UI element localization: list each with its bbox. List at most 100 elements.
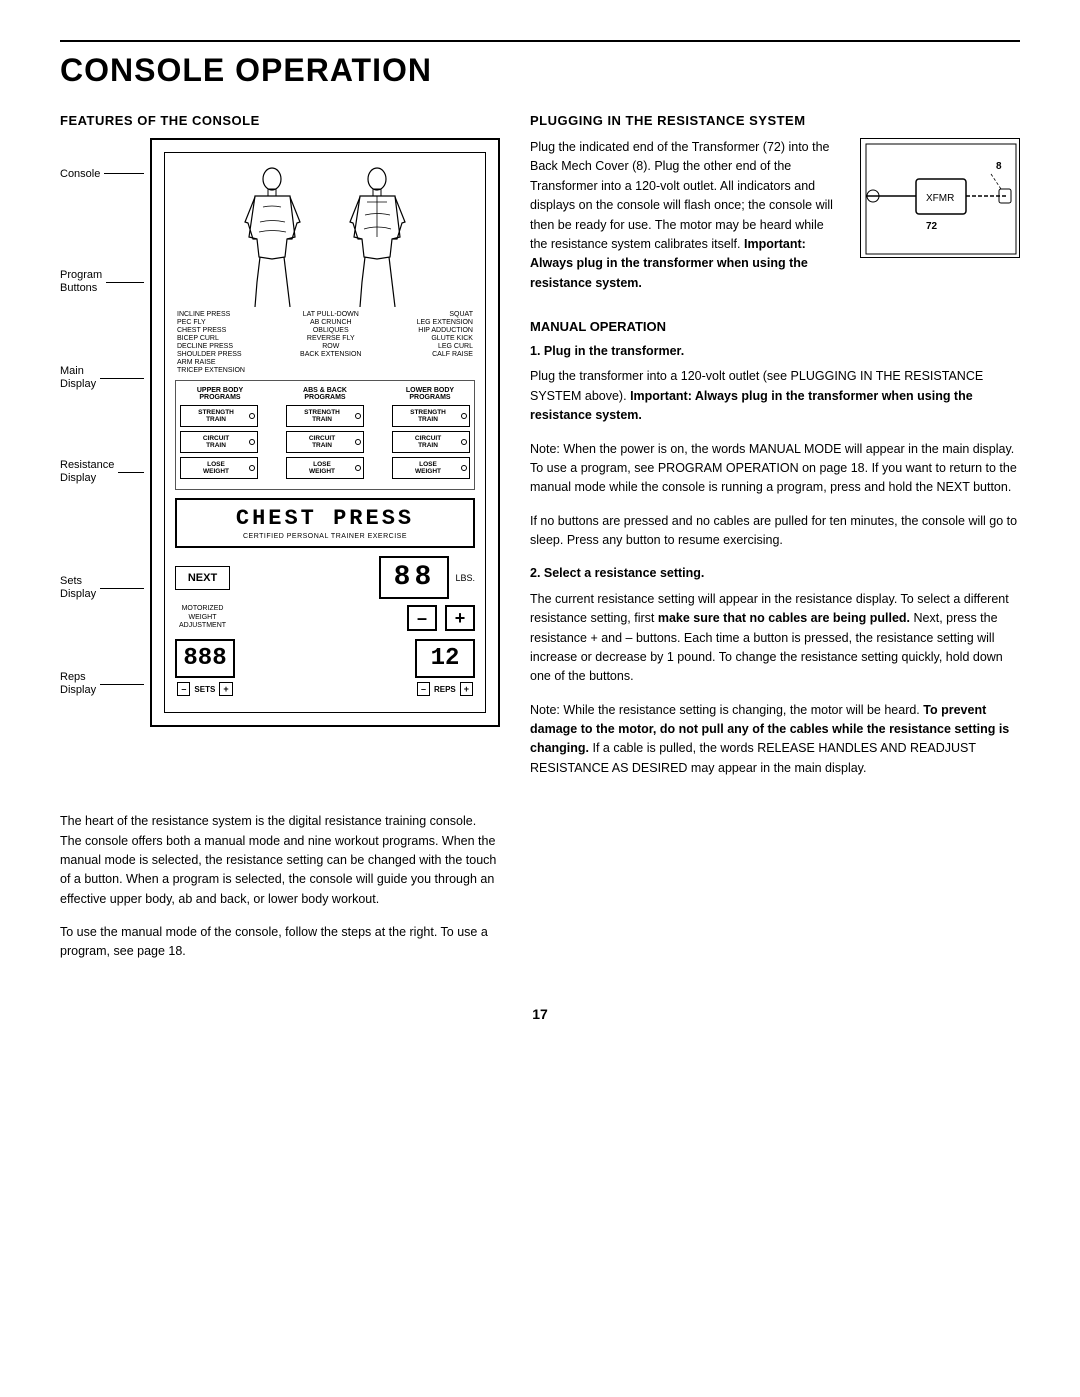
- main-content: FEATURES OF THE CONSOLE Console Program …: [60, 113, 1020, 792]
- sets-minus-btn[interactable]: –: [177, 682, 190, 696]
- upper-lose-btn[interactable]: LOSEWEIGHT: [180, 457, 258, 479]
- sets-display: 888: [175, 639, 235, 678]
- svg-text:XFMR: XFMR: [926, 193, 954, 204]
- lower-body-label: LOWER BODY PROGRAMS: [390, 387, 470, 401]
- svg-text:72: 72: [926, 221, 938, 232]
- sets-reps-row: 888 – SETS + 12 –: [175, 639, 475, 696]
- front-body-figure: [235, 167, 310, 307]
- motorized-label: MOTORIZED WEIGHT ADJUSTMENT: [175, 605, 230, 630]
- lower-para2: To use the manual mode of the console, f…: [60, 923, 500, 962]
- step1-heading: 1. Plug in the transformer.: [530, 342, 1020, 361]
- reps-ctrl: – REPS +: [417, 682, 473, 696]
- abs-circuit-btn[interactable]: CIRCUITTRAIN: [286, 431, 364, 453]
- left-labels: Console Program Buttons Main Display Res…: [60, 138, 150, 727]
- lower-para1: The heart of the resistance system is th…: [60, 812, 500, 909]
- plugging-section: Plug the indicated end of the Transforme…: [530, 138, 1020, 307]
- main-display-label: Main Display: [60, 365, 144, 391]
- abs-back-label: ABS & BACK PROGRAMS: [285, 387, 365, 401]
- step2-text: The current resistance setting will appe…: [530, 590, 1020, 687]
- lower-section: The heart of the resistance system is th…: [60, 812, 1020, 976]
- program-buttons-section: UPPER BODY PROGRAMS ABS & BACK PROGRAMS …: [175, 380, 475, 490]
- page-number: 17: [60, 1006, 1020, 1022]
- lower-lose-dot: [461, 465, 467, 471]
- step2: 2. Select a resistance setting. The curr…: [530, 564, 1020, 778]
- manual-op-heading: MANUAL OPERATION: [530, 319, 1020, 334]
- chest-press-display: CHEST PRESS: [185, 506, 465, 531]
- step1-note: Note: When the power is on, the words MA…: [530, 440, 1020, 498]
- abs-circuit-dot: [355, 439, 361, 445]
- sets-display-line: [100, 588, 144, 589]
- lose-weight-row: LOSEWEIGHT LOSEWEIGHT LOSEWEIGHT: [180, 457, 470, 479]
- diagram-inner: INCLINE PRESS PEC FLY CHEST PRESS BICEP …: [164, 152, 486, 713]
- sets-display-wrap: 888 – SETS +: [175, 639, 235, 696]
- resistance-display-label: Resistance Display: [60, 459, 144, 485]
- transformer-svg: XFMR 72 8: [861, 139, 1020, 258]
- plugging-heading: PLUGGING IN THE RESISTANCE SYSTEM: [530, 113, 1020, 128]
- right-exercise-list: SQUAT LEG EXTENSION HIP ADDUCTION GLUTE …: [417, 311, 473, 374]
- reps-plus-btn[interactable]: +: [460, 682, 473, 696]
- resistance-display-line: [118, 472, 144, 473]
- cpt-text: CERTIFIED PERSONAL TRAINER EXERCISE: [185, 533, 465, 540]
- reps-display-line: [100, 684, 144, 685]
- features-heading: FEATURES OF THE CONSOLE: [60, 113, 500, 128]
- page: CONSOLE OPERATION FEATURES OF THE CONSOL…: [0, 0, 1080, 1397]
- next-button[interactable]: NEXT: [175, 566, 230, 590]
- circuit-train-row: CIRCUITTRAIN CIRCUITTRAIN CIRCUITTRAIN: [180, 431, 470, 453]
- lower-right: [530, 812, 1020, 976]
- left-column: FEATURES OF THE CONSOLE Console Program …: [60, 113, 500, 792]
- program-buttons-line: [106, 282, 144, 283]
- upper-strength-dot: [249, 413, 255, 419]
- upper-circuit-dot: [249, 439, 255, 445]
- step1-sleep: If no buttons are pressed and no cables …: [530, 512, 1020, 551]
- console-diagram: INCLINE PRESS PEC FLY CHEST PRESS BICEP …: [150, 138, 500, 727]
- lower-lose-btn[interactable]: LOSEWEIGHT: [392, 457, 470, 479]
- step2-note: Note: While the resistance setting is ch…: [530, 701, 1020, 779]
- resistance-display: 88: [379, 556, 449, 599]
- weight-adj-row: MOTORIZED WEIGHT ADJUSTMENT – +: [175, 605, 475, 631]
- abs-lose-dot: [355, 465, 361, 471]
- console-label: Console: [60, 168, 144, 180]
- reps-minus-btn[interactable]: –: [417, 682, 430, 696]
- svg-text:8: 8: [996, 161, 1002, 172]
- step2-heading: 2. Select a resistance setting.: [530, 564, 1020, 583]
- left-exercise-list: INCLINE PRESS PEC FLY CHEST PRESS BICEP …: [177, 311, 245, 374]
- program-buttons-label: Program Buttons: [60, 269, 144, 295]
- main-display: CHEST PRESS CERTIFIED PERSONAL TRAINER E…: [175, 498, 475, 548]
- minus-button[interactable]: –: [407, 605, 437, 631]
- top-border: [60, 40, 1020, 42]
- program-labels-row: UPPER BODY PROGRAMS ABS & BACK PROGRAMS …: [180, 387, 470, 401]
- lower-left: The heart of the resistance system is th…: [60, 812, 500, 976]
- transformer-diagram: XFMR 72 8: [860, 138, 1020, 258]
- reps-display: 12: [415, 639, 475, 678]
- step1-text: Plug the transformer into a 120-volt out…: [530, 367, 1020, 425]
- lower-strength-btn[interactable]: STRENGTHTRAIN: [392, 405, 470, 427]
- upper-body-label: UPPER BODY PROGRAMS: [180, 387, 260, 401]
- abs-strength-btn[interactable]: STRENGTHTRAIN: [286, 405, 364, 427]
- strength-train-row: STRENGTHTRAIN STRENGTHTRAIN STRENGTHTRAI…: [180, 405, 470, 427]
- back-body-figure: [340, 167, 415, 307]
- main-display-line: [100, 378, 144, 379]
- sets-display-label: Sets Display: [60, 575, 144, 601]
- sets-plus-btn[interactable]: +: [219, 682, 232, 696]
- body-figures: [175, 163, 475, 311]
- upper-strength-btn[interactable]: STRENGTHTRAIN: [180, 405, 258, 427]
- upper-circuit-btn[interactable]: CIRCUITTRAIN: [180, 431, 258, 453]
- page-title: CONSOLE OPERATION: [60, 52, 1020, 89]
- resistance-row: NEXT 88 LBS.: [175, 556, 475, 599]
- upper-lose-dot: [249, 465, 255, 471]
- abs-strength-dot: [355, 413, 361, 419]
- right-column: PLUGGING IN THE RESISTANCE SYSTEM Plug t…: [530, 113, 1020, 792]
- mid-exercise-list: LAT PULL-DOWN AB CRUNCH OBLIQUES REVERSE…: [300, 311, 361, 374]
- labeled-diagram: Console Program Buttons Main Display Res…: [60, 138, 500, 727]
- abs-lose-btn[interactable]: LOSEWEIGHT: [286, 457, 364, 479]
- step1: 1. Plug in the transformer. Plug the tra…: [530, 342, 1020, 550]
- plugging-text: Plug the indicated end of the Transforme…: [530, 138, 844, 307]
- sets-ctrl: – SETS +: [177, 682, 232, 696]
- reps-display-wrap: 12 – REPS +: [415, 639, 475, 696]
- lower-strength-dot: [461, 413, 467, 419]
- lower-circuit-btn[interactable]: CIRCUITTRAIN: [392, 431, 470, 453]
- plus-button[interactable]: +: [445, 605, 475, 631]
- lower-circuit-dot: [461, 439, 467, 445]
- console-line: [104, 173, 144, 174]
- reps-display-label: Reps Display: [60, 671, 144, 697]
